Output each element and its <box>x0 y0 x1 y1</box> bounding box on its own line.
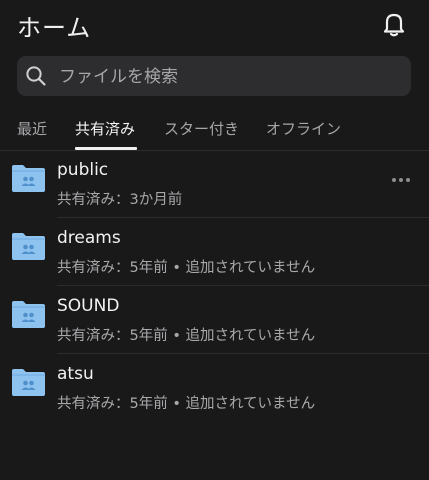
list-item[interactable]: dreams 共有済み：5年前 • 追加されていません <box>0 218 429 286</box>
notifications-button[interactable] <box>378 8 410 40</box>
header: ホーム <box>0 0 429 48</box>
shared-folder-icon <box>11 163 46 193</box>
item-name: atsu <box>57 364 94 384</box>
list-item[interactable]: atsu 共有済み：5年前 • 追加されていません <box>0 354 429 422</box>
shared-folder-icon <box>11 231 46 261</box>
item-meta: 共有済み：5年前 • 追加されていません <box>57 328 316 344</box>
search-icon <box>26 66 46 86</box>
item-meta: 共有済み：3か月前 <box>57 192 183 208</box>
item-name: public <box>57 160 109 180</box>
item-name: dreams <box>57 228 121 248</box>
item-meta: 共有済み：5年前 • 追加されていません <box>57 396 316 412</box>
list-item[interactable]: public 共有済み：3か月前 <box>0 150 429 218</box>
tab-recent[interactable]: 最近 <box>17 118 47 139</box>
item-name: SOUND <box>57 296 120 316</box>
bell-icon <box>383 13 405 37</box>
shared-folder-icon <box>11 367 46 397</box>
tab-bar: 最近 共有済み スター付き オフライン <box>0 104 429 151</box>
tab-offline[interactable]: オフライン <box>266 118 341 139</box>
item-meta: 共有済み：5年前 • 追加されていません <box>57 260 316 276</box>
tab-starred[interactable]: スター付き <box>164 118 239 139</box>
search-input[interactable] <box>57 56 401 98</box>
search-bar[interactable] <box>17 56 411 98</box>
page-title: ホーム <box>17 14 92 42</box>
list-item[interactable]: SOUND 共有済み：5年前 • 追加されていません <box>0 286 429 354</box>
more-options-button[interactable] <box>386 170 416 190</box>
shared-folder-icon <box>11 299 46 329</box>
tab-shared[interactable]: 共有済み <box>75 118 135 139</box>
